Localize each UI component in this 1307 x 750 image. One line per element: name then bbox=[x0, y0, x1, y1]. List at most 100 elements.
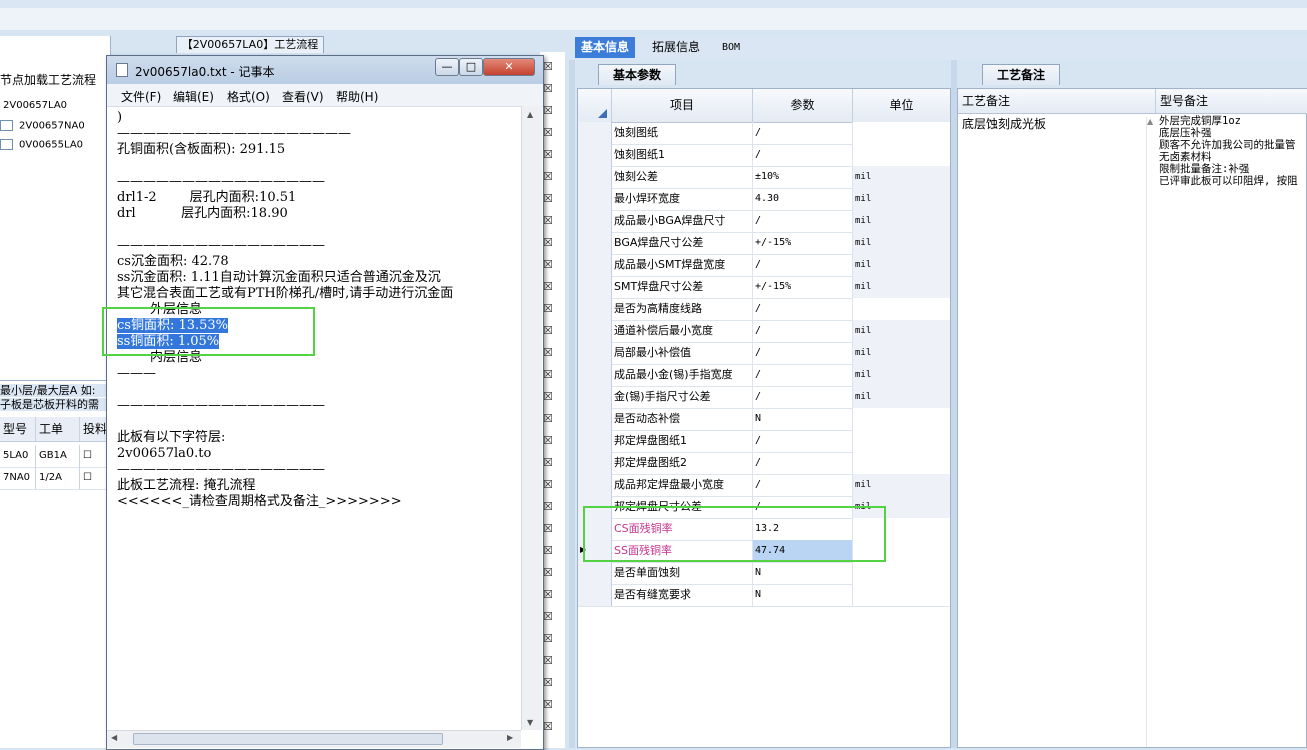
checkbox-icon[interactable]: ☒ bbox=[543, 302, 553, 315]
tab-process-notes[interactable]: 工艺备注 bbox=[982, 64, 1060, 85]
tab-basic-params[interactable]: 基本参数 bbox=[598, 64, 676, 85]
col-model-note[interactable]: 型号备注 bbox=[1156, 89, 1307, 113]
checkbox-icon[interactable]: ☒ bbox=[543, 544, 553, 557]
cell-param[interactable]: +/-15% bbox=[753, 232, 853, 254]
scroll-right-icon[interactable]: ▶ bbox=[507, 733, 513, 742]
cell-param[interactable]: N bbox=[753, 562, 853, 584]
row-header[interactable] bbox=[578, 188, 612, 210]
cell-param[interactable]: / bbox=[753, 474, 853, 496]
col-process-note[interactable]: 工艺备注 bbox=[958, 89, 1156, 113]
horizontal-scrollbar[interactable]: ◀ ▶ bbox=[107, 730, 521, 748]
row-header[interactable] bbox=[578, 562, 612, 584]
menu-edit[interactable]: 编辑(E) bbox=[173, 88, 214, 105]
cell-param[interactable]: / bbox=[753, 144, 853, 166]
cell-param[interactable]: 4.30 bbox=[753, 188, 853, 210]
menu-format[interactable]: 格式(O) bbox=[227, 88, 270, 105]
process-note-text[interactable]: 底层蚀刻成光板 bbox=[962, 115, 1046, 132]
tree-item[interactable]: 2V00657NA0 bbox=[0, 120, 85, 132]
row-header[interactable] bbox=[578, 298, 612, 320]
table-row[interactable]: 通道补偿后最小宽度 / mil bbox=[578, 320, 950, 343]
menu-view[interactable]: 查看(V) bbox=[282, 88, 324, 105]
scroll-left-icon[interactable]: ◀ bbox=[111, 733, 117, 742]
table-row[interactable]: 7NA0 1/2A ☐ bbox=[0, 467, 110, 490]
cell-param[interactable]: / bbox=[753, 298, 853, 320]
checkbox-icon[interactable]: ☒ bbox=[543, 478, 553, 491]
table-row[interactable]: 是否为高精度线路 / bbox=[578, 298, 950, 321]
checkbox-icon[interactable]: ☒ bbox=[543, 632, 553, 645]
table-row[interactable]: 邦定焊盘图纸2/ bbox=[578, 452, 950, 475]
close-icon[interactable]: ✕ bbox=[483, 58, 535, 76]
table-row[interactable]: 蚀刻公差 ±10% mil bbox=[578, 166, 950, 189]
row-header[interactable] bbox=[578, 474, 612, 496]
checkbox-icon[interactable]: ☒ bbox=[543, 456, 553, 469]
checkbox-icon[interactable]: ☒ bbox=[543, 126, 553, 139]
checkbox-icon[interactable]: ☒ bbox=[543, 104, 553, 117]
row-header[interactable] bbox=[578, 452, 612, 474]
scroll-thumb[interactable] bbox=[133, 733, 443, 745]
table-row[interactable]: 成品最小金(锡)手指宽度 / mil bbox=[578, 364, 950, 387]
minimize-icon[interactable]: — bbox=[435, 58, 459, 76]
checkbox-icon[interactable]: ☒ bbox=[543, 258, 553, 271]
checkbox-icon[interactable]: ☒ bbox=[543, 566, 553, 579]
maximize-icon[interactable]: □ bbox=[459, 58, 483, 76]
checkbox-icon[interactable]: ☒ bbox=[543, 60, 553, 73]
vertical-scrollbar[interactable]: ▲ ▼ bbox=[521, 106, 542, 730]
checkbox-icon[interactable]: ☒ bbox=[543, 170, 553, 183]
scroll-up-icon[interactable]: ▲ bbox=[1146, 117, 1157, 747]
row-header[interactable] bbox=[578, 122, 612, 144]
row-header[interactable] bbox=[578, 584, 612, 606]
col-param[interactable]: 参数 bbox=[753, 89, 853, 122]
cell-param[interactable]: / bbox=[753, 364, 853, 386]
checkbox-icon[interactable]: ☒ bbox=[543, 610, 553, 623]
checkbox-icon[interactable]: ☒ bbox=[543, 324, 553, 337]
cell-param[interactable]: / bbox=[753, 254, 853, 276]
checkbox-icon[interactable]: ☒ bbox=[543, 522, 553, 535]
checkbox-icon[interactable]: ☒ bbox=[543, 148, 553, 161]
checkbox-icon[interactable]: ☒ bbox=[543, 346, 553, 359]
tab-basic-info[interactable]: 基本信息 bbox=[575, 37, 636, 58]
cell-param[interactable]: ±10% bbox=[753, 166, 853, 188]
table-row[interactable]: 成品最小BGA焊盘尺寸 / mil bbox=[578, 210, 950, 233]
checkbox-icon[interactable]: ☒ bbox=[543, 698, 553, 711]
row-header[interactable] bbox=[578, 232, 612, 254]
checkbox-icon[interactable]: ☒ bbox=[543, 588, 553, 601]
table-row[interactable]: 5LA0 GB1A ☐ bbox=[0, 445, 110, 468]
table-row[interactable]: 是否单面蚀刻 N bbox=[578, 562, 950, 585]
tab-bom[interactable]: BOM bbox=[716, 37, 746, 58]
scroll-up-icon[interactable]: ▲ bbox=[527, 110, 533, 119]
cell-param[interactable]: / bbox=[753, 430, 853, 452]
notepad-window[interactable]: 2v00657la0.txt - 记事本 — □ ✕ 文件(F) 编辑(E) 格… bbox=[106, 55, 544, 750]
row-header[interactable] bbox=[578, 386, 612, 408]
cell-param[interactable]: / bbox=[753, 386, 853, 408]
menu-help[interactable]: 帮助(H) bbox=[336, 88, 378, 105]
table-row[interactable]: 局部最小补偿值 / mil bbox=[578, 342, 950, 365]
table-row[interactable]: 最小焊环宽度 4.30 mil bbox=[578, 188, 950, 211]
notepad-text-area[interactable]: ) —————————————————— 孔铜面积(含板面积): 291.15 ———… bbox=[117, 110, 517, 730]
process-flow-tab[interactable]: 【2V00657LA0】工艺流程 bbox=[176, 36, 324, 53]
checkbox-icon[interactable]: ☒ bbox=[543, 500, 553, 513]
model-note-text[interactable]: 外层完成铜厚1oz 底层压补强 顾客不允许加我公司的批量管 无卤素材料 限制批量… bbox=[1159, 115, 1307, 187]
row-header[interactable] bbox=[578, 276, 612, 298]
cell-param[interactable]: / bbox=[753, 320, 853, 342]
row-header[interactable] bbox=[578, 144, 612, 166]
cell-param[interactable]: +/-15% bbox=[753, 276, 853, 298]
tree-item[interactable]: 0V00655LA0 bbox=[0, 139, 83, 151]
table-row[interactable]: 成品邦定焊盘最小宽度 / mil bbox=[578, 474, 950, 497]
checkbox-icon[interactable]: ☒ bbox=[543, 654, 553, 667]
table-row[interactable]: 邦定焊盘图纸1/ bbox=[578, 430, 950, 453]
cell-param[interactable]: N bbox=[753, 584, 853, 606]
checkbox-icon[interactable]: ☒ bbox=[543, 676, 553, 689]
row-header[interactable] bbox=[578, 210, 612, 232]
checkbox-icon[interactable]: ☒ bbox=[543, 192, 553, 205]
tab-extended-info[interactable]: 拓展信息 bbox=[646, 37, 706, 58]
cell-param[interactable]: N bbox=[753, 408, 853, 430]
cell-param[interactable]: / bbox=[753, 122, 853, 144]
table-row[interactable]: BGA焊盘尺寸公差 +/-15% mil bbox=[578, 232, 950, 255]
table-row[interactable]: 蚀刻图纸 / bbox=[578, 122, 950, 145]
checkbox-icon[interactable]: ☒ bbox=[543, 280, 553, 293]
cell-param[interactable]: / bbox=[753, 210, 853, 232]
row-header[interactable] bbox=[578, 408, 612, 430]
checkbox-icon[interactable]: ☒ bbox=[543, 720, 553, 733]
cell-param[interactable]: / bbox=[753, 452, 853, 474]
row-header[interactable] bbox=[578, 320, 612, 342]
